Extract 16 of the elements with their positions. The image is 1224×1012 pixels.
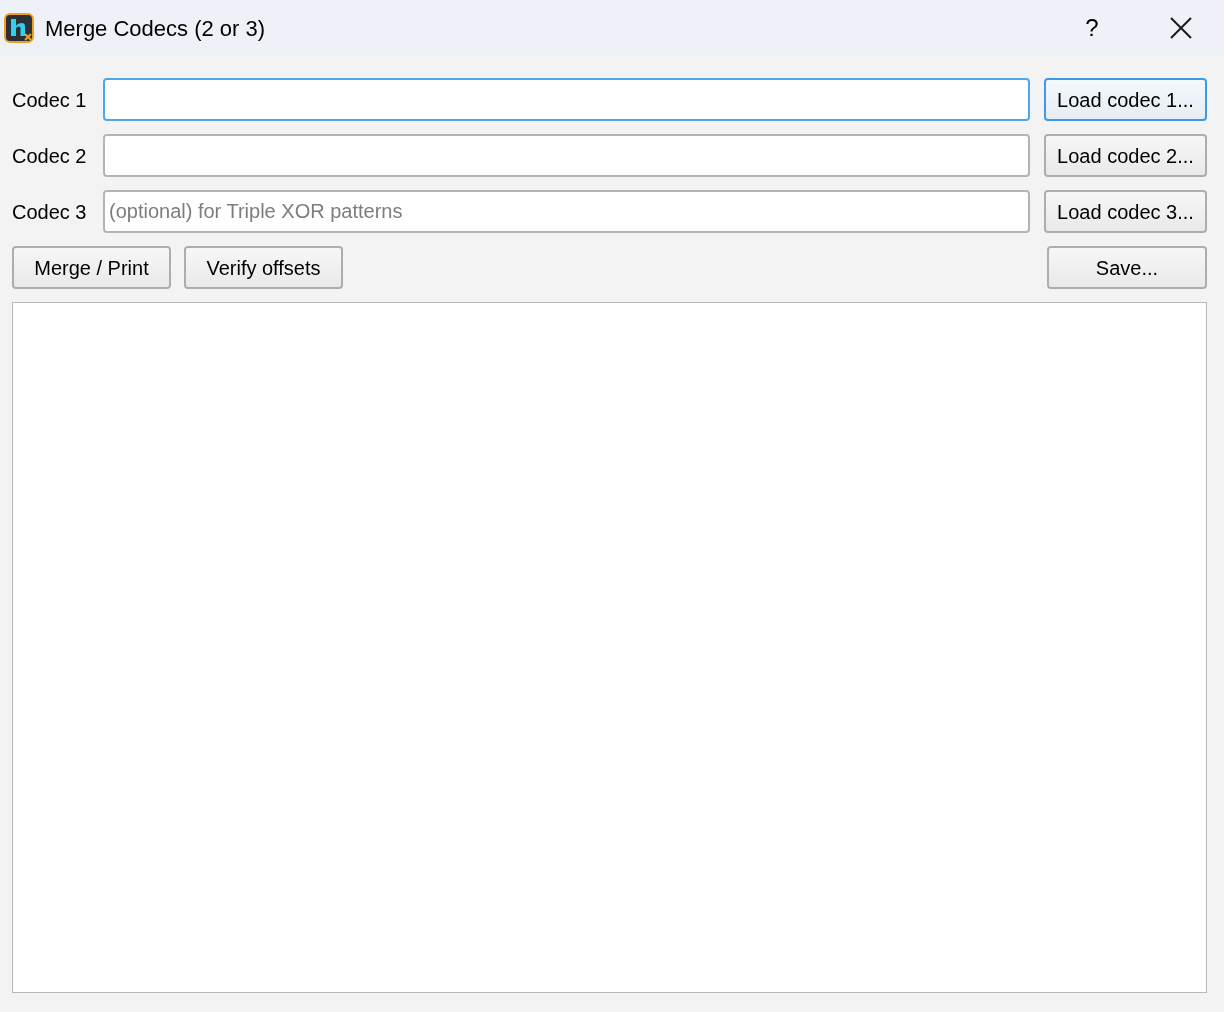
help-button[interactable]: ? (1046, 0, 1138, 56)
action-button[interactable]: Merge / Print (12, 246, 171, 289)
save-button[interactable]: Save... (1047, 246, 1207, 289)
window-title: Merge Codecs (2 or 3) (45, 14, 266, 43)
codec-path-field[interactable] (103, 134, 1030, 177)
codec-label: Codec 2 (12, 143, 88, 169)
codec-path-field[interactable]: (optional) for Triple XOR patterns (103, 190, 1030, 233)
close-icon (1170, 17, 1192, 39)
codec-label: Codec 1 (12, 87, 88, 113)
load-codec-button[interactable]: Load codec 1... (1044, 78, 1207, 121)
app-logo-icon (4, 13, 34, 43)
load-codec-button[interactable]: Load codec 3... (1044, 190, 1207, 233)
codec-label: Codec 3 (12, 199, 88, 225)
action-button[interactable]: Verify offsets (184, 246, 343, 289)
codec-path-field[interactable] (103, 78, 1030, 121)
load-codec-button[interactable]: Load codec 2... (1044, 134, 1207, 177)
